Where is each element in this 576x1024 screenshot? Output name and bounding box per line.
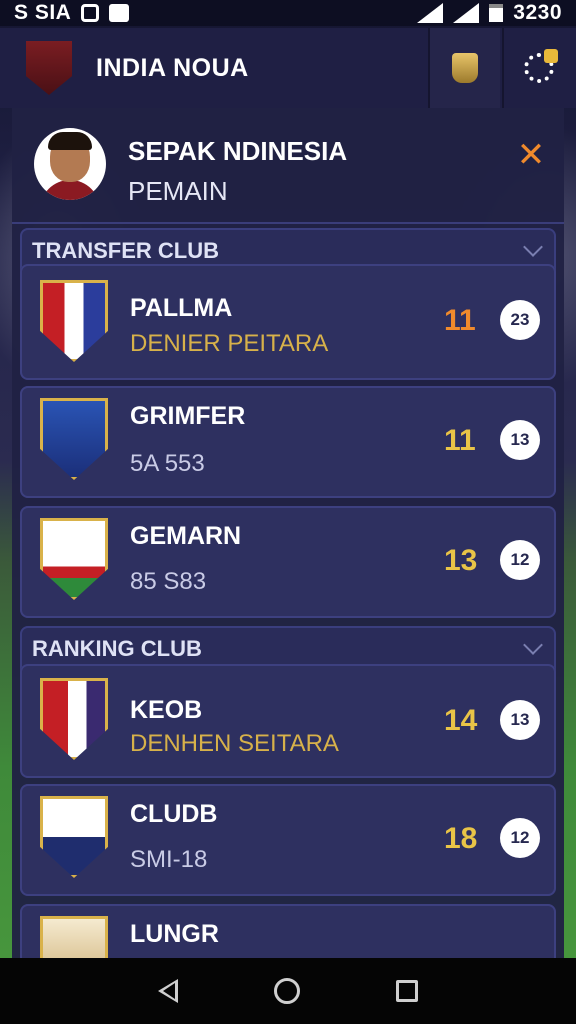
club-sub: 5A 553 bbox=[130, 450, 205, 477]
club-crest bbox=[40, 398, 108, 480]
home-icon[interactable] bbox=[274, 978, 300, 1004]
club-sub: SMI-18 bbox=[130, 846, 208, 873]
club-crest bbox=[40, 518, 108, 600]
back-icon[interactable] bbox=[158, 979, 178, 1003]
chevron-down-icon[interactable] bbox=[523, 635, 543, 655]
club-crest bbox=[40, 796, 108, 878]
list-item[interactable]: GEMARN 85 S83 13 12 bbox=[20, 506, 556, 618]
avatar-hair bbox=[48, 132, 92, 150]
wifi-icon bbox=[453, 3, 480, 23]
profile-name: SEPAK NDINESIA bbox=[128, 136, 348, 166]
app-logo[interactable] bbox=[26, 41, 72, 95]
loading-button[interactable] bbox=[502, 28, 574, 108]
section-title: TRANSFER CLUB bbox=[32, 238, 219, 263]
club-badge[interactable]: 23 bbox=[500, 300, 540, 340]
avatar[interactable] bbox=[34, 128, 106, 200]
carrier-text: S SIA bbox=[14, 1, 72, 24]
club-crest bbox=[40, 678, 108, 760]
clock: 3230 bbox=[513, 1, 562, 24]
list-item[interactable]: PALLMA DENIER PEITARA 11 23 bbox=[20, 264, 556, 380]
club-name: KEOB bbox=[130, 696, 203, 724]
club-name: GRIMFER bbox=[130, 402, 246, 430]
club-value: 14 bbox=[444, 704, 478, 737]
app-title: INDIA NOUA bbox=[96, 53, 249, 82]
club-value: 11 bbox=[444, 424, 476, 457]
club-value: 18 bbox=[444, 822, 478, 855]
list-item[interactable]: GRIMFER 5A 553 11 13 bbox=[20, 386, 556, 498]
app-header: INDIA NOUA bbox=[0, 28, 576, 108]
chevron-down-icon[interactable] bbox=[523, 237, 543, 257]
list-item[interactable]: KEOB DENHEN SEITARA 14 13 bbox=[20, 664, 556, 778]
club-sub: DENHEN SEITARA bbox=[130, 730, 339, 757]
section-title: RANKING CLUB bbox=[32, 636, 202, 661]
avatar-shirt bbox=[40, 180, 100, 200]
club-name: GEMARN bbox=[130, 522, 242, 550]
club-badge[interactable]: 13 bbox=[500, 700, 540, 740]
recents-icon[interactable] bbox=[396, 980, 418, 1002]
notification-icon bbox=[81, 4, 100, 22]
spinner-icon bbox=[524, 49, 558, 83]
club-name: PALLMA bbox=[130, 294, 233, 322]
status-bar: S SIA 3230 bbox=[0, 0, 576, 26]
club-crest bbox=[40, 280, 108, 362]
message-icon bbox=[109, 4, 130, 22]
club-badge[interactable]: 12 bbox=[500, 818, 540, 858]
profile-header: SEPAK NDINESIA PEMAIN ✕ bbox=[12, 108, 564, 224]
profile-role: PEMAIN bbox=[128, 176, 228, 206]
list-item[interactable]: LUNGR bbox=[20, 904, 556, 958]
club-badge[interactable]: 13 bbox=[500, 420, 540, 460]
club-sub: 85 S83 bbox=[130, 568, 207, 595]
club-sub: DENIER PEITARA bbox=[130, 330, 329, 357]
club-name: CLUDB bbox=[130, 800, 218, 828]
club-value: 11 bbox=[444, 304, 476, 337]
club-value: 13 bbox=[444, 544, 478, 577]
list-item[interactable]: CLUDB SMI-18 18 12 bbox=[20, 784, 556, 896]
system-nav-bar bbox=[0, 958, 576, 1024]
battery-icon bbox=[489, 4, 504, 22]
trophy-button[interactable] bbox=[428, 28, 500, 108]
club-badge[interactable]: 12 bbox=[500, 540, 540, 580]
club-name: LUNGR bbox=[130, 920, 219, 948]
club-crest bbox=[40, 916, 108, 958]
player-panel: SEPAK NDINESIA PEMAIN ✕ TRANSFER CLUB PA… bbox=[12, 108, 564, 958]
signal-icon bbox=[417, 3, 444, 23]
trophy-icon bbox=[452, 53, 478, 83]
close-icon[interactable]: ✕ bbox=[516, 138, 546, 172]
